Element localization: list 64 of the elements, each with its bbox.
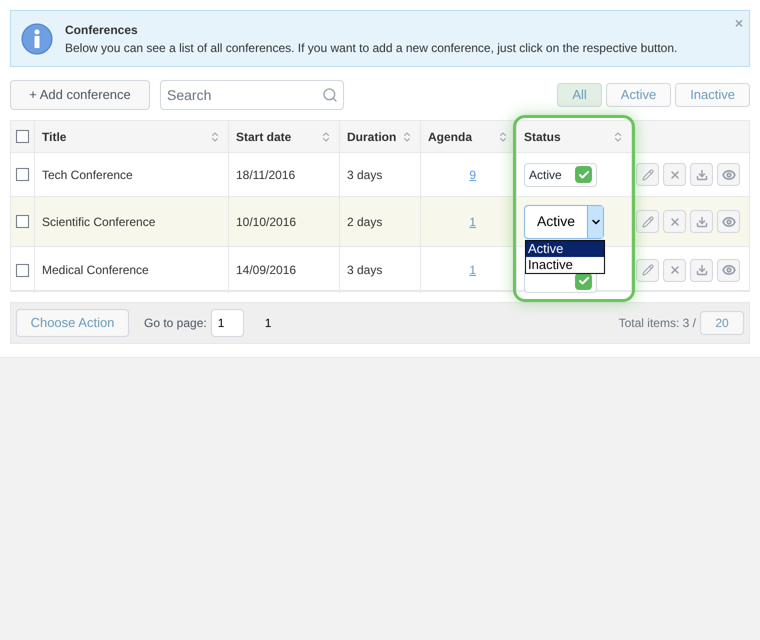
- table-cell-text: Scientific Conference: [42, 214, 156, 230]
- download-icon: [696, 264, 708, 276]
- info-icon: [21, 22, 53, 54]
- eye-icon: [722, 263, 736, 277]
- row-checkbox[interactable]: [16, 168, 29, 181]
- edit-button[interactable]: [636, 210, 659, 233]
- goto-label: Go to page:: [144, 315, 207, 332]
- alert-message: Below you can see a list of all conferences. If you want to add a new conference, just click on the respective button.: [65, 40, 678, 56]
- table-cell-text: 14/09/2016: [236, 262, 296, 279]
- pencil-icon: [642, 216, 654, 228]
- column-header[interactable]: Start date: [236, 128, 292, 146]
- pencil-icon: [642, 264, 654, 276]
- dropdown-option[interactable]: Inactive: [526, 256, 604, 272]
- alert-title: Conferences: [65, 22, 139, 38]
- delete-button[interactable]: [663, 163, 686, 186]
- status-select[interactable]: Active: [524, 204, 604, 238]
- download-button[interactable]: [690, 210, 713, 233]
- table-cell-text: Medical Conference: [42, 262, 149, 279]
- column-header[interactable]: Agenda: [428, 128, 472, 146]
- status-toggle[interactable]: Active: [524, 162, 597, 186]
- table-cell-text: 18/11/2016: [236, 166, 296, 184]
- view-button[interactable]: [717, 210, 740, 233]
- page-input[interactable]: 1: [210, 309, 244, 337]
- pencil-icon: [642, 168, 654, 180]
- column-header[interactable]: Title: [42, 128, 66, 146]
- sort-icon[interactable]: [401, 130, 413, 142]
- sort-icon[interactable]: [320, 130, 332, 142]
- download-button[interactable]: [690, 258, 713, 282]
- delete-button[interactable]: [663, 210, 686, 233]
- page-number[interactable]: 1: [264, 314, 272, 332]
- view-button[interactable]: [717, 163, 740, 186]
- sort-icon[interactable]: [497, 130, 509, 142]
- column-header[interactable]: Status: [524, 128, 561, 146]
- table-cell-text: 3 days: [347, 262, 382, 279]
- cross-icon: [668, 168, 680, 180]
- total-items: Total items: 3 /: [618, 315, 696, 332]
- view-button[interactable]: [717, 258, 740, 282]
- table-cell-text: 10/10/2016: [236, 214, 296, 230]
- cross-icon: [668, 264, 680, 276]
- status-checkbox[interactable]: [575, 166, 592, 183]
- edit-button[interactable]: [636, 163, 659, 186]
- cross-icon: [668, 216, 680, 228]
- eye-icon: [722, 214, 736, 228]
- download-button[interactable]: [690, 163, 713, 186]
- table-cell-text: Tech Conference: [42, 166, 133, 184]
- check-icon: [578, 168, 590, 180]
- download-icon: [696, 168, 708, 180]
- edit-button[interactable]: [636, 258, 659, 282]
- dropdown-option[interactable]: Active: [526, 240, 604, 256]
- eye-icon: [722, 168, 736, 182]
- delete-button[interactable]: [663, 258, 686, 282]
- search-icon: [322, 87, 338, 103]
- check-icon: [578, 275, 590, 287]
- download-icon: [696, 216, 708, 228]
- row-checkbox[interactable]: [16, 264, 29, 276]
- sort-icon[interactable]: [209, 130, 221, 142]
- sort-icon[interactable]: [612, 130, 624, 142]
- search-field[interactable]: Search: [160, 80, 344, 110]
- column-header[interactable]: Duration: [347, 128, 396, 146]
- add-conference-button[interactable]: + Add conference: [10, 80, 150, 110]
- table-cell-text: 2 days: [347, 214, 382, 230]
- select-all-checkbox[interactable]: [16, 130, 29, 143]
- table-cell-text: 3 days: [347, 166, 382, 184]
- row-checkbox[interactable]: [16, 215, 29, 228]
